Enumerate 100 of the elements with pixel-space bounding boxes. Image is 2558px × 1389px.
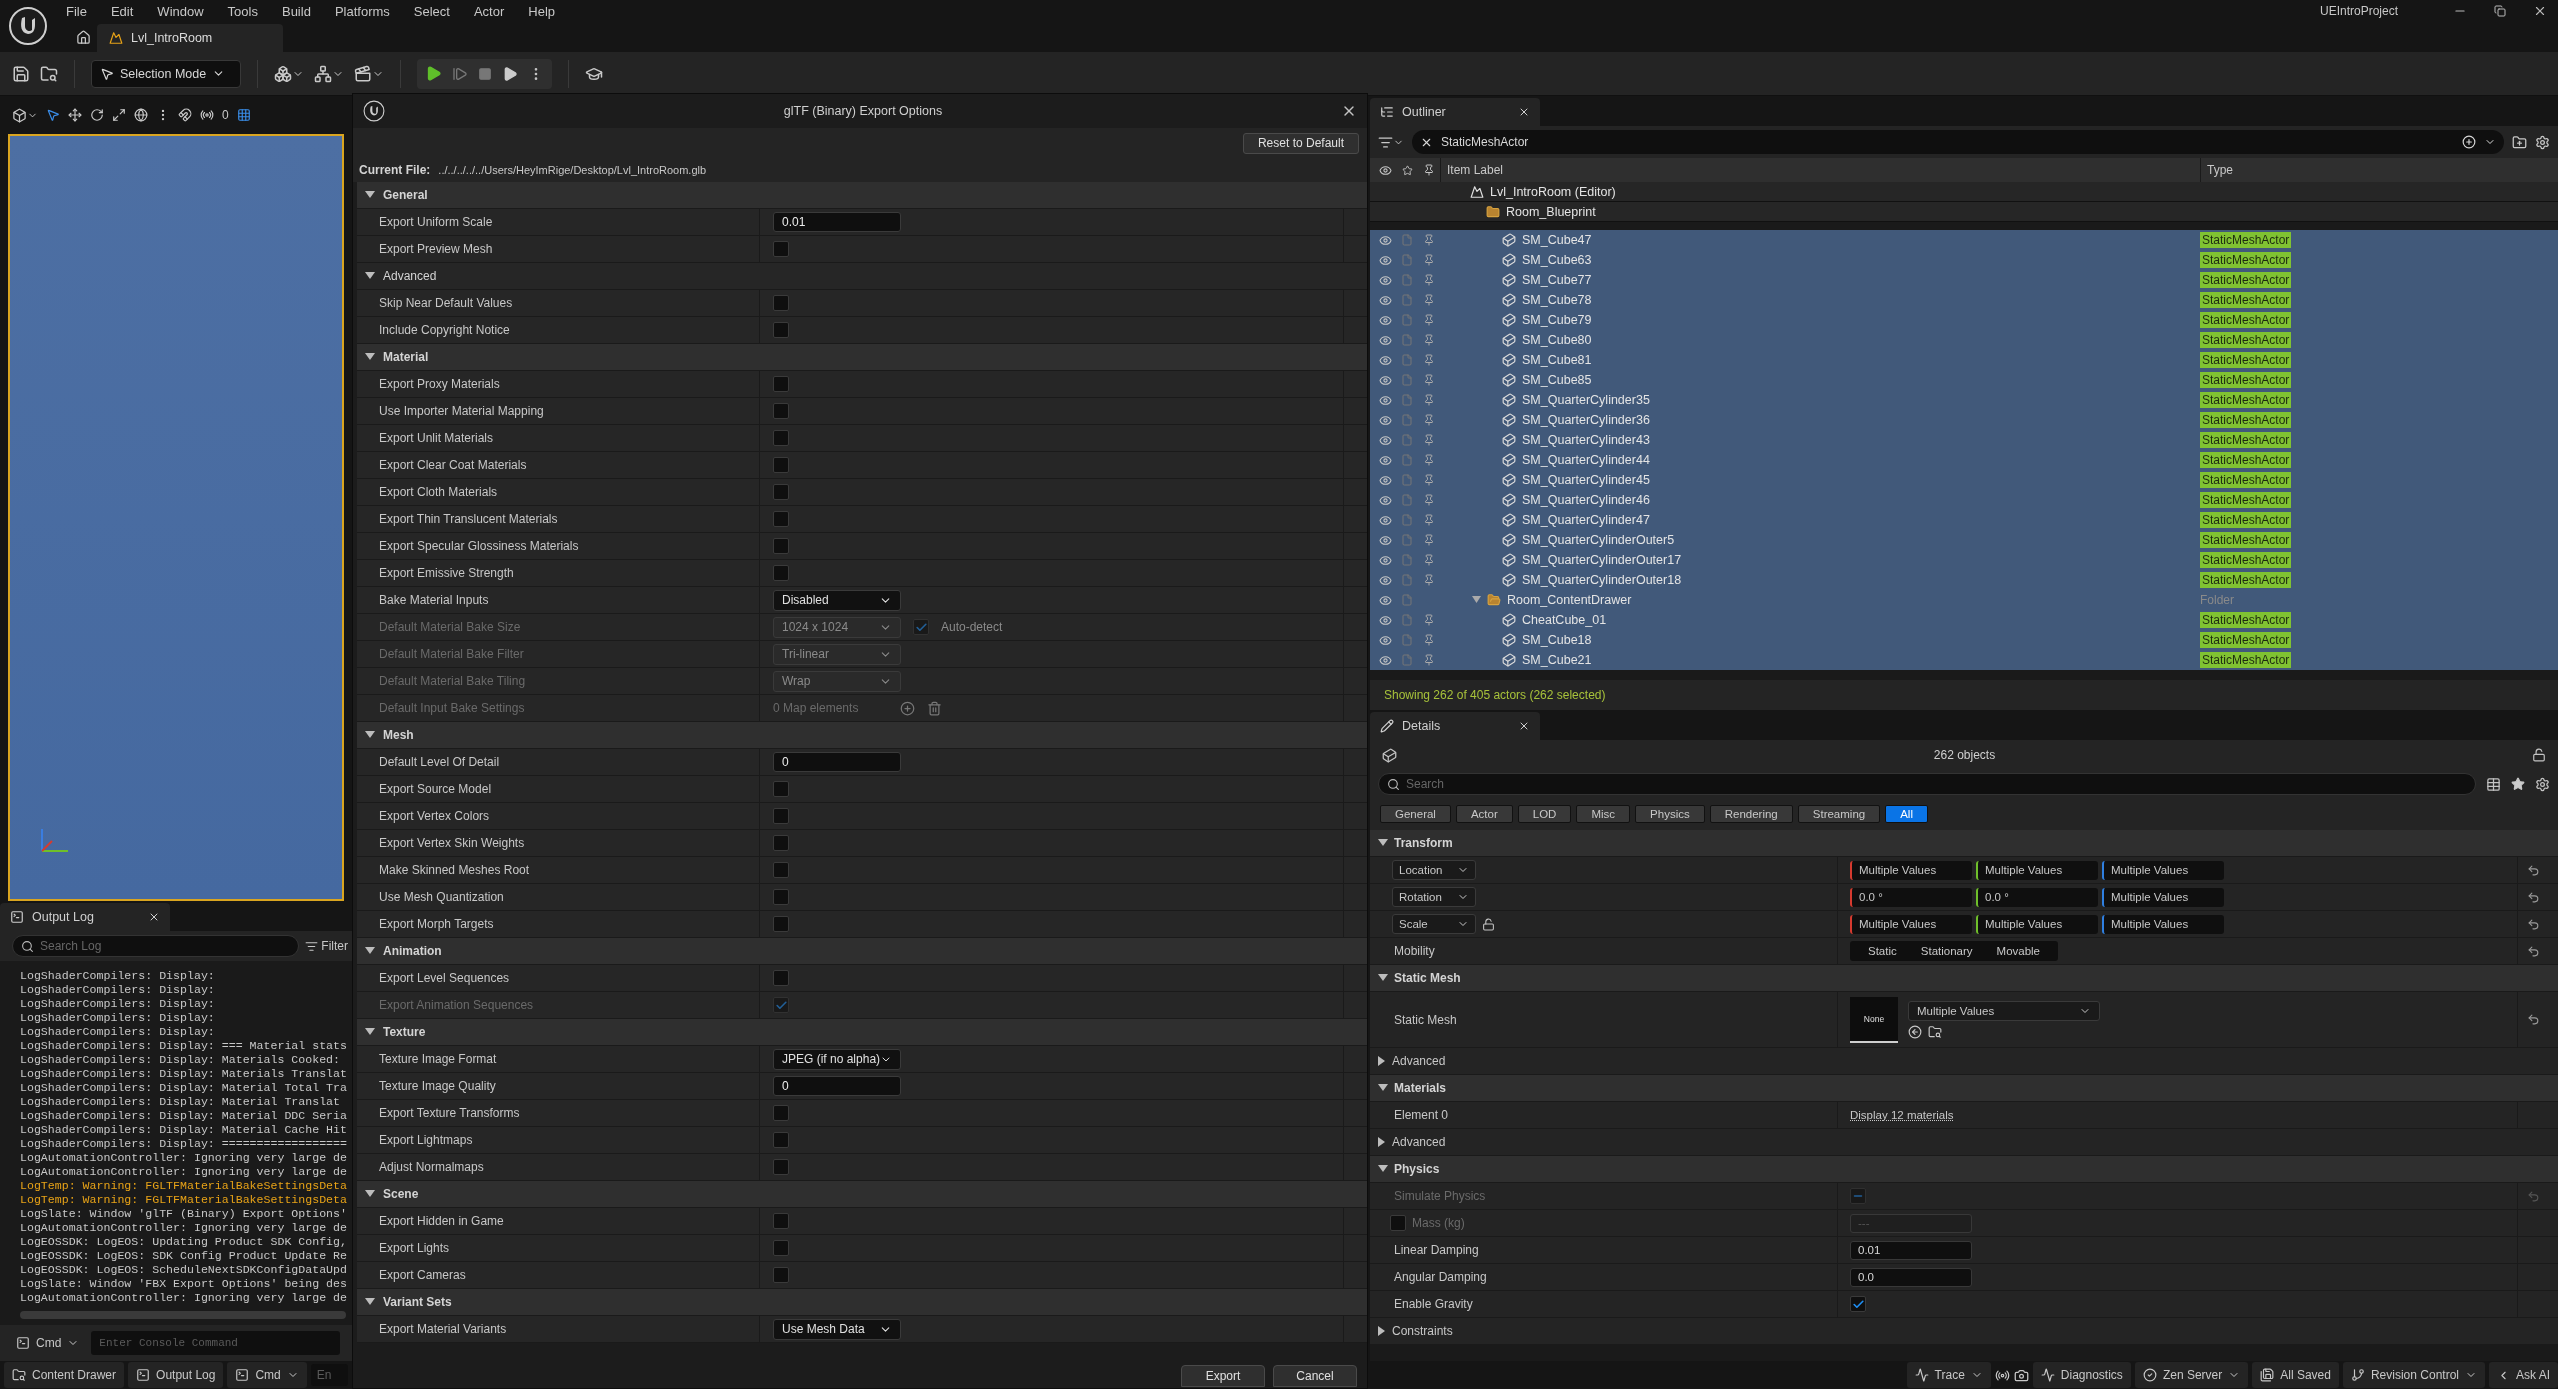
dialog-button[interactable]: Cancel [1273,1365,1357,1387]
outliner-row[interactable]: SM_Cube81 StaticMeshActor [1370,350,2558,370]
reset-icon[interactable] [2526,890,2540,904]
cursor-icon[interactable] [46,108,60,122]
number-field[interactable]: 0.01 [1850,1240,1972,1260]
eye-icon[interactable] [1378,633,1392,647]
pin-icon[interactable] [1423,654,1435,666]
segment-option[interactable]: Stationary [1908,941,1985,961]
settings-icon[interactable] [2535,134,2550,150]
status-button[interactable]: Content Drawer [4,1362,125,1388]
pin-icon[interactable] [1423,614,1435,626]
dropdown[interactable]: Location [1392,860,1476,880]
outliner-row[interactable]: SM_QuarterCylinder35 StaticMeshActor [1370,390,2558,410]
pin-icon[interactable] [1423,434,1435,446]
eye-icon[interactable] [1378,353,1392,367]
eye-icon[interactable] [1378,573,1392,587]
restore-icon[interactable] [2494,5,2506,17]
status-button[interactable]: Ask AI [2489,1362,2558,1388]
cmd-dropdown[interactable]: Cmd [16,1336,80,1350]
axis-field[interactable]: Multiple Values [2102,887,2224,907]
dropdown[interactable]: Disabled [773,589,901,611]
status-button[interactable]: Diagnostics [2032,1362,2131,1388]
outliner-row[interactable]: SM_Cube21 StaticMeshActor [1370,650,2558,670]
checkbox[interactable] [773,484,789,500]
status-button[interactable]: Revision Control [2342,1362,2485,1388]
collapse-triangle-icon[interactable] [1378,1084,1388,1092]
eye-icon[interactable] [1378,393,1392,407]
outliner-row[interactable]: SM_QuarterCylinder45 StaticMeshActor [1370,470,2558,490]
outliner-row[interactable]: SM_Cube79 StaticMeshActor [1370,310,2558,330]
outliner-row[interactable]: SM_Cube18 StaticMeshActor [1370,630,2558,650]
filter-icon[interactable] [1378,134,1393,150]
expand-triangle-icon[interactable] [1378,1326,1386,1336]
outliner-row[interactable]: Room_ContentDrawer Folder [1370,590,2558,610]
status-button[interactable]: Cmd [227,1362,307,1388]
axis-field[interactable]: Multiple Values [2102,914,2224,934]
status-button[interactable]: All Saved [2252,1362,2339,1388]
reset-icon[interactable] [2526,944,2540,958]
status-button[interactable]: Trace [1906,1362,1991,1388]
outliner-row[interactable]: Lvl_IntroRoom (Editor) [1370,182,2558,202]
new-folder-icon[interactable] [2512,134,2527,150]
outliner-tab[interactable]: Outliner [1370,98,1540,126]
star-icon[interactable] [2511,777,2525,791]
close-icon[interactable] [1518,720,1530,732]
filter-tab[interactable]: Physics [1635,805,1705,823]
collapse-triangle-icon[interactable] [1378,839,1388,847]
filter-tab[interactable]: Rendering [1709,805,1793,823]
checkbox[interactable] [773,862,789,878]
checkbox[interactable] [1850,1296,1866,1312]
outliner-row[interactable]: SM_QuarterCylinderOuter5 StaticMeshActor [1370,530,2558,550]
trash-icon[interactable] [927,700,943,716]
checkbox[interactable] [773,1240,789,1256]
expand-triangle-icon[interactable] [1378,1056,1386,1066]
dropdown[interactable]: Use Mesh Data [773,1318,901,1340]
outliner-row[interactable]: SM_QuarterCylinderOuter18 StaticMeshActor [1370,570,2558,590]
pin-icon[interactable] [1423,474,1435,486]
menu-item[interactable]: Edit [100,1,144,21]
close-icon[interactable] [1518,106,1530,118]
dropdown[interactable]: Scale [1392,914,1476,934]
reset-icon[interactable] [2526,863,2540,877]
materials-link[interactable]: Display 12 materials [1850,1109,1954,1121]
collapse-triangle-icon[interactable] [365,353,375,361]
collapse-triangle-icon[interactable] [365,1028,375,1036]
collapse-triangle-icon[interactable] [1378,974,1388,982]
eye-icon[interactable] [1378,473,1392,487]
pin-icon[interactable] [1423,234,1435,246]
status-button[interactable]: Zen Server [2134,1362,2249,1388]
checkbox[interactable] [773,781,789,797]
move-icon[interactable] [68,108,82,122]
eye-icon[interactable] [1378,253,1392,267]
checkbox[interactable] [773,1132,789,1148]
output-log-tab[interactable]: Output Log [0,903,170,931]
outliner-row[interactable]: SM_Cube47 StaticMeshActor [1370,230,2558,250]
reset-button[interactable]: Reset to Default [1242,132,1359,154]
close-icon[interactable] [2533,4,2547,18]
dialog-button[interactable]: Export [1181,1365,1265,1387]
eye-icon[interactable] [1378,653,1392,667]
eye-icon[interactable] [1378,273,1392,287]
checkbox[interactable] [773,1159,789,1175]
collapse-triangle-icon[interactable] [365,1190,375,1198]
lock-icon[interactable] [1482,917,1495,931]
step-icon[interactable] [452,65,468,82]
eye-icon[interactable] [1378,413,1392,427]
number-field[interactable]: 0.0 [1850,1267,1972,1287]
eye-icon[interactable] [1378,593,1392,607]
pin-icon[interactable] [1423,374,1435,386]
save-icon[interactable] [12,64,30,83]
axis-field[interactable]: 0.0 ° [1850,887,1972,907]
eye-icon[interactable] [1378,233,1392,247]
eye-icon[interactable] [1378,513,1392,527]
menu-item[interactable]: Build [271,1,321,21]
segment-option[interactable]: Movable [1984,941,2052,961]
snap-value[interactable]: 0 [222,108,229,122]
axis-field[interactable]: 0.0 ° [1976,887,2098,907]
checkbox[interactable] [773,1105,789,1121]
checkbox[interactable] [773,403,789,419]
filter-tab[interactable]: Actor [1455,805,1513,823]
reset-icon[interactable] [2526,917,2540,931]
filter-tab[interactable]: LOD [1517,805,1572,823]
pin-icon[interactable] [1423,334,1435,346]
menu-item[interactable]: Tools [217,1,268,21]
